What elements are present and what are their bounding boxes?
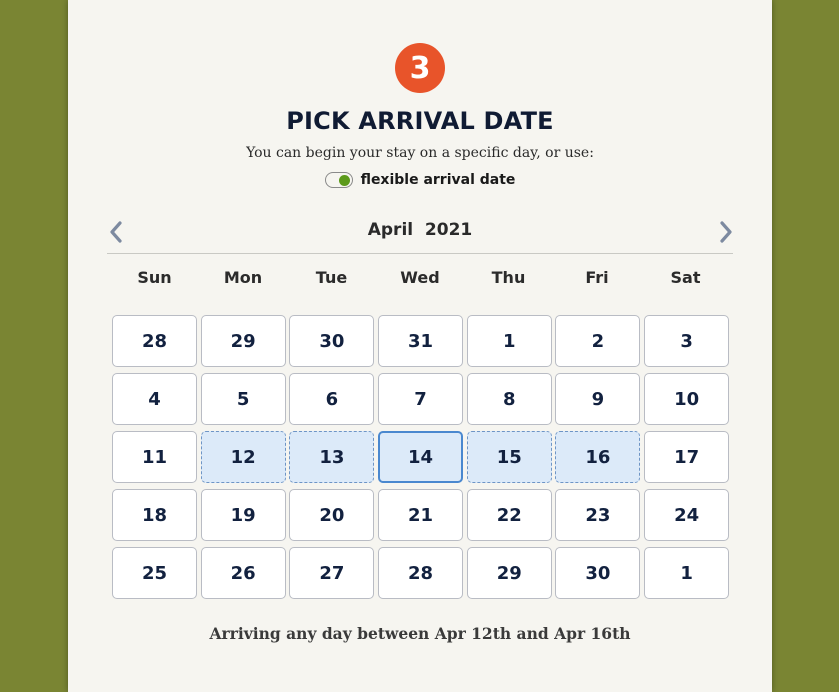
- calendar-day-button[interactable]: 29: [466, 547, 552, 599]
- next-month-button[interactable]: [714, 218, 738, 246]
- calendar-day-button[interactable]: 19: [200, 489, 286, 541]
- weekday-label: Sun: [137, 268, 172, 287]
- calendar-day-button[interactable]: 23: [555, 489, 641, 541]
- calendar-day-button[interactable]: 21: [378, 489, 464, 541]
- page-subtitle: You can begin your stay on a specific da…: [246, 145, 594, 161]
- calendar-day-button[interactable]: 16: [555, 431, 641, 483]
- flexible-arrival-toggle[interactable]: [324, 172, 353, 188]
- calendar-day-button[interactable]: 9: [555, 373, 641, 425]
- calendar-day-button[interactable]: 24: [644, 489, 730, 541]
- arrival-range-summary: Arriving any day between Apr 12th and Ap…: [209, 624, 631, 643]
- calendar-day-button[interactable]: 7: [378, 373, 464, 425]
- calendar-divider: [107, 253, 733, 254]
- calendar-day-button[interactable]: 4: [112, 373, 197, 425]
- flexible-arrival-label[interactable]: flexible arrival date: [361, 172, 516, 188]
- calendar-day-button[interactable]: 6: [289, 373, 375, 425]
- calendar-day-button[interactable]: 26: [200, 547, 286, 599]
- flexible-arrival-row: flexible arrival date: [68, 172, 772, 188]
- calendar-day-button[interactable]: 3: [644, 315, 730, 367]
- calendar-day-button[interactable]: 27: [289, 547, 375, 599]
- calendar-day-button[interactable]: 10: [644, 373, 730, 425]
- calendar-day-button[interactable]: 28: [112, 315, 197, 367]
- calendar-day-button[interactable]: 20: [289, 489, 375, 541]
- calendar-day-button[interactable]: 18: [112, 489, 197, 541]
- calendar-day-button[interactable]: 13: [289, 431, 375, 483]
- calendar-day-button[interactable]: 1: [644, 547, 730, 599]
- calendar-day-button[interactable]: 30: [555, 547, 641, 599]
- weekday-label: Thu: [491, 268, 526, 287]
- calendar-day-button[interactable]: 8: [466, 373, 552, 425]
- calendar-day-button[interactable]: 15: [466, 431, 552, 483]
- weekday-header: Sun Mon Tue Wed Thu Fri Sat: [112, 268, 728, 287]
- calendar-day-button[interactable]: 22: [466, 489, 552, 541]
- calendar-day-button[interactable]: 25: [112, 547, 197, 599]
- calendar-day-grid: 28 29 30 31 1 2 3 4 5 6 7 8 9 10 11 12 13 14 15 16 17 18 19 20 2…: [112, 315, 732, 599]
- weekday-label: Fri: [585, 268, 609, 287]
- calendar-day-button[interactable]: 30: [289, 315, 375, 367]
- calendar-day-button[interactable]: 2: [555, 315, 641, 367]
- calendar-day-button[interactable]: 1: [466, 315, 552, 367]
- chevron-right-icon: [720, 221, 732, 243]
- calendar-day-button[interactable]: 31: [378, 315, 464, 367]
- calendar-day-button[interactable]: 12: [200, 431, 286, 483]
- step-number-badge: 3: [395, 43, 445, 93]
- weekday-label: Mon: [223, 268, 263, 287]
- month-label: April 2021: [367, 220, 473, 240]
- calendar-day-button[interactable]: 5: [200, 373, 286, 425]
- calendar-day-button[interactable]: 14: [378, 431, 464, 483]
- calendar-day-button[interactable]: 11: [112, 431, 197, 483]
- page-title: PICK ARRIVAL DATE: [286, 107, 554, 135]
- calendar-day-button[interactable]: 29: [200, 315, 286, 367]
- calendar-day-button[interactable]: 17: [644, 431, 730, 483]
- weekday-label: Wed: [400, 268, 440, 287]
- calendar-day-button[interactable]: 28: [378, 547, 464, 599]
- arrival-date-card: 3 PICK ARRIVAL DATE You can begin your s…: [68, 0, 772, 692]
- weekday-label: Sat: [670, 268, 701, 287]
- toggle-knob: [338, 174, 350, 186]
- weekday-label: Tue: [315, 268, 348, 287]
